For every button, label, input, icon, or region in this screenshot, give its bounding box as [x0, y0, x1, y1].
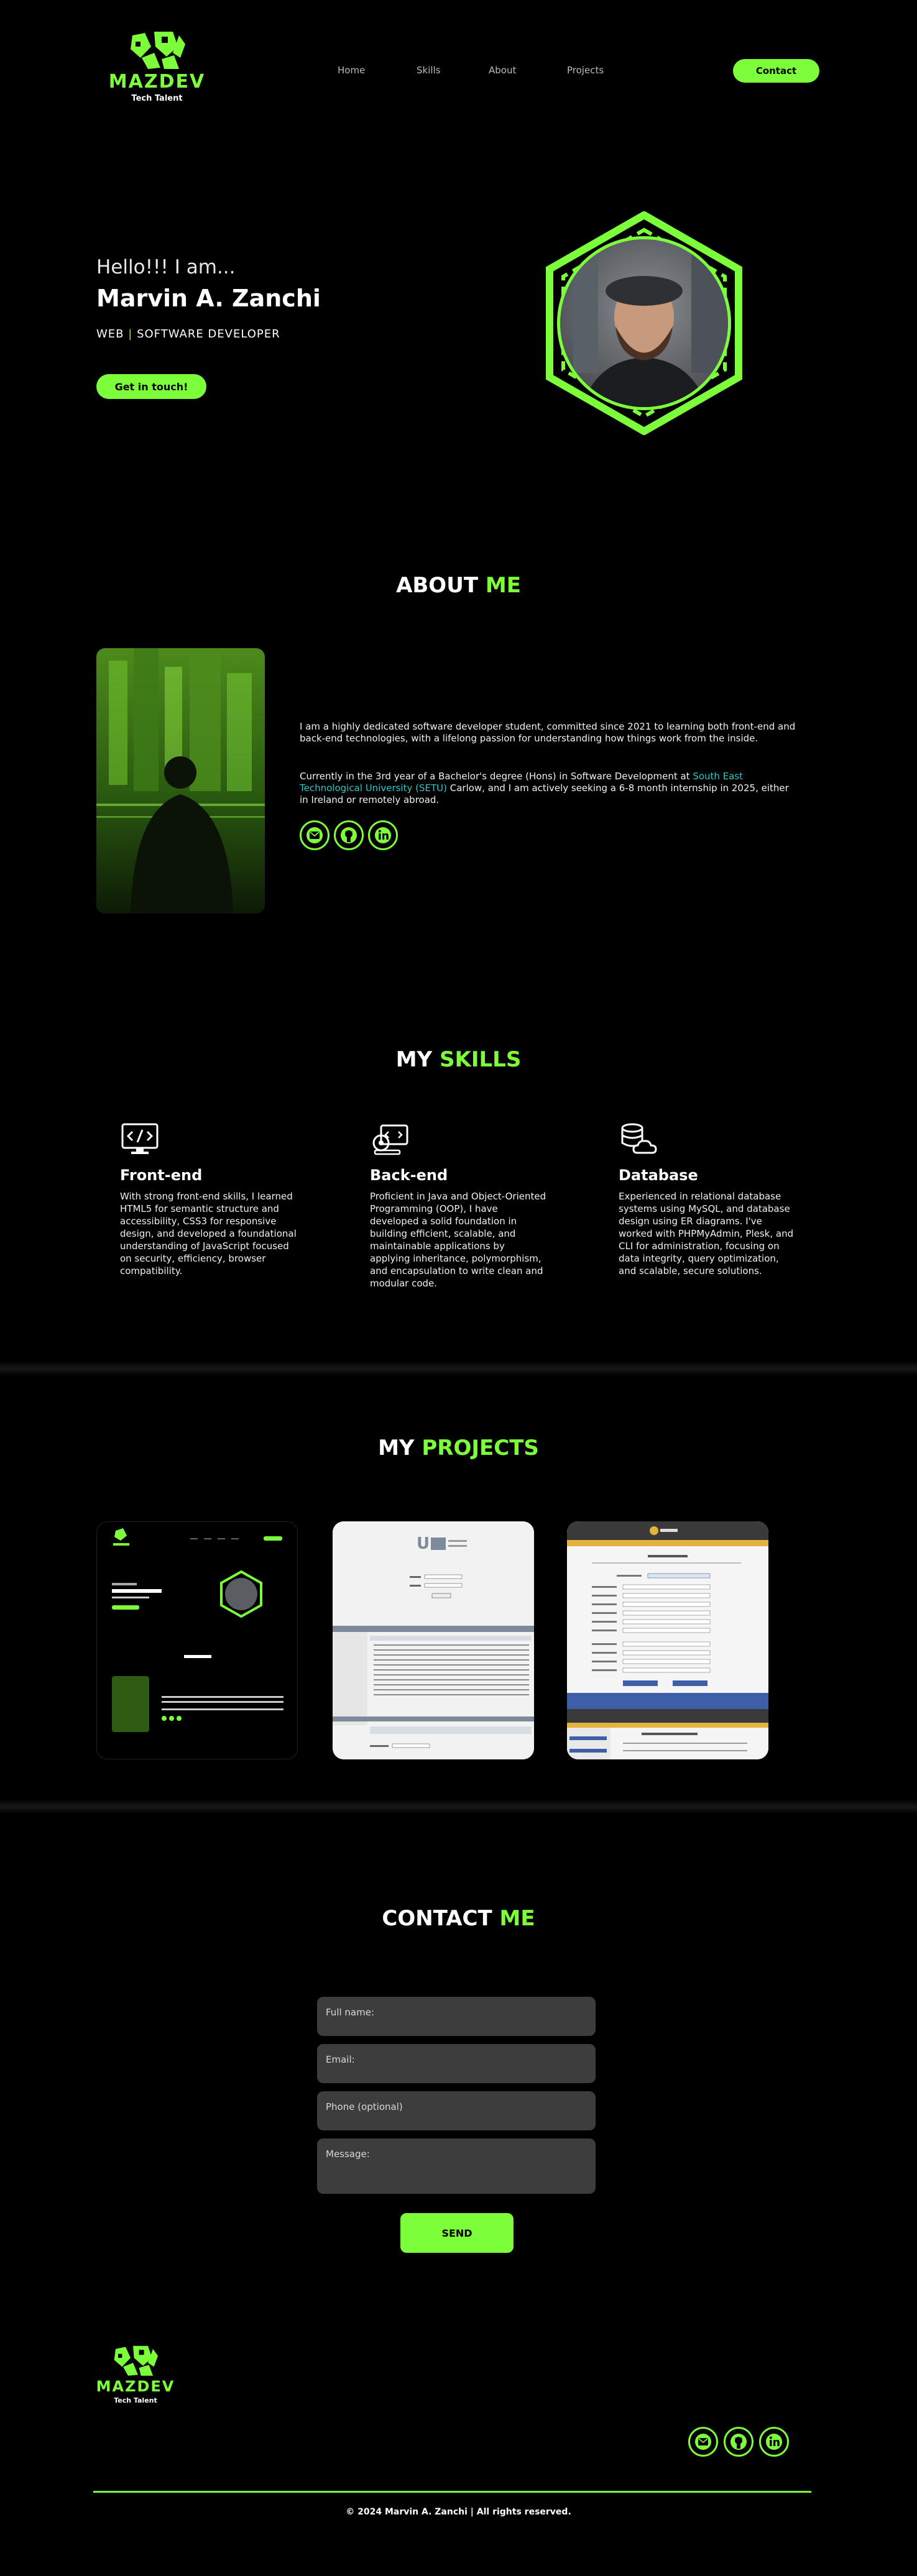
about-title-green: ME	[485, 573, 521, 598]
skill-card-database: Database Experienced in relational datab…	[619, 1122, 796, 1277]
skills-title: MY SKILLS	[0, 1047, 917, 1072]
nav-skills[interactable]: Skills	[417, 65, 441, 76]
skill-title-database: Database	[619, 1167, 698, 1184]
nav-about[interactable]: About	[489, 65, 516, 76]
hero-role-separator: |	[128, 328, 133, 341]
brand-logo[interactable]: MAZDEV Tech Talent	[109, 28, 205, 103]
message-field[interactable]: Message:	[317, 2138, 596, 2194]
get-in-touch-button[interactable]: Get in touch!	[96, 374, 206, 399]
hexagon-frame-icon	[546, 211, 742, 436]
skill-text-database: Experienced in relational database syste…	[619, 1191, 794, 1277]
full-name-field[interactable]: Full name:	[317, 1997, 596, 2036]
about-image	[96, 648, 265, 914]
projects-title-white: MY	[378, 1436, 415, 1460]
code-monitor-icon	[121, 1123, 159, 1154]
about-title: ABOUT ME	[0, 573, 917, 598]
hero-portrait	[536, 211, 752, 436]
about-paragraph-1: I am a highly dedicated software develop…	[300, 721, 796, 744]
projects-title-green: PROJECTS	[422, 1436, 539, 1460]
section-divider	[0, 1361, 917, 1376]
nav-home[interactable]: Home	[338, 65, 365, 76]
section-divider-2	[0, 1799, 917, 1814]
linkedin-icon[interactable]	[368, 820, 398, 850]
database-cloud-icon	[621, 1123, 657, 1154]
phone-field[interactable]: Phone (optional)	[317, 2091, 596, 2130]
hero-role-title: SOFTWARE DEVELOPER	[137, 328, 280, 341]
nav-projects[interactable]: Projects	[567, 65, 604, 76]
footer-brand-name: MAZDEV	[96, 2378, 175, 2395]
about-paragraph-2: Currently in the 3rd year of a Bachelor'…	[300, 771, 789, 805]
skill-title-frontend: Front-end	[120, 1167, 203, 1184]
hero-role-web: WEB	[96, 328, 124, 341]
skills-title-green: SKILLS	[440, 1047, 522, 1072]
contact-title: CONTACT ME	[0, 1906, 917, 1931]
brand-name: MAZDEV	[108, 71, 206, 93]
skill-card-backend: Back-end Proficient in Java and Object-O…	[370, 1122, 547, 1290]
about-title-white: ABOUT	[396, 573, 479, 598]
skill-card-frontend: Front-end With strong front-end skills, …	[120, 1122, 297, 1277]
skill-text-frontend: With strong front-end skills, I learned …	[120, 1191, 297, 1277]
skills-title-white: MY	[395, 1047, 433, 1072]
server-gear-icon	[372, 1124, 408, 1155]
footer-logo-mark-icon	[114, 2345, 158, 2376]
contact-title-green: ME	[499, 1906, 535, 1931]
footer-logo[interactable]: MAZDEV Tech Talent	[92, 2343, 179, 2404]
hero-role: WEB | SOFTWARE DEVELOPER	[96, 328, 280, 341]
footer-linkedin-icon[interactable]	[759, 2427, 789, 2457]
brand-tagline: Tech Talent	[131, 94, 183, 103]
skill-title-backend: Back-end	[370, 1167, 448, 1184]
skill-text-backend: Proficient in Java and Object-Oriented P…	[370, 1191, 546, 1289]
contact-title-white: CONTACT	[382, 1906, 492, 1931]
project-card-login-app[interactable]: U	[333, 1521, 534, 1759]
github-icon[interactable]	[334, 820, 364, 850]
email-icon[interactable]	[300, 820, 329, 850]
footer-brand-tagline: Tech Talent	[114, 2396, 157, 2404]
footer-divider	[93, 2491, 811, 2493]
project-card-portfolio[interactable]	[96, 1521, 298, 1759]
logo-mark-icon	[130, 32, 185, 69]
hero-name: Marvin A. Zanchi	[96, 285, 321, 312]
project-card-booking-app[interactable]	[567, 1521, 768, 1759]
footer-email-icon[interactable]	[688, 2427, 718, 2457]
email-field[interactable]: Email:	[317, 2044, 596, 2083]
footer-github-icon[interactable]	[724, 2427, 753, 2457]
send-button[interactable]: SEND	[400, 2213, 514, 2253]
svg-text:U: U	[417, 1534, 430, 1553]
hero-greeting: Hello!!! I am...	[96, 256, 236, 278]
projects-title: MY PROJECTS	[0, 1436, 917, 1460]
contact-button[interactable]: Contact	[733, 59, 819, 83]
copyright-text: © 2024 Marvin A. Zanchi | All rights res…	[346, 2507, 571, 2517]
